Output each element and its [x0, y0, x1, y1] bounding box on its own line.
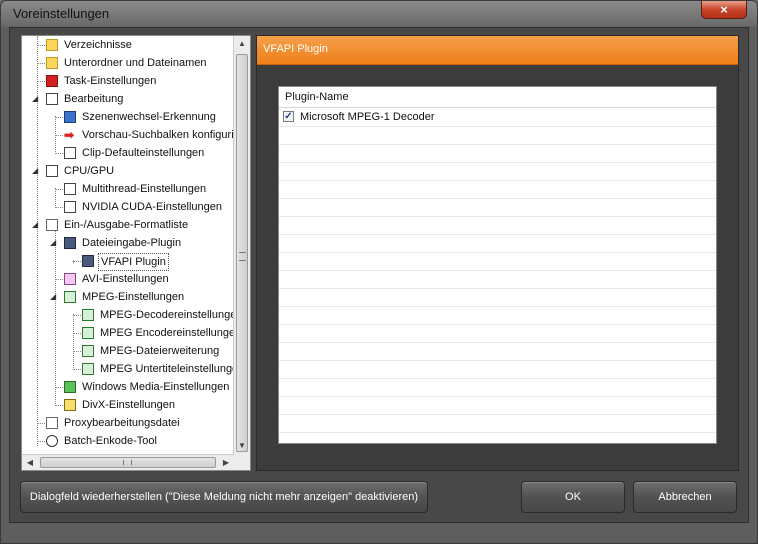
- tree-item-unterordner[interactable]: Unterordner und Dateinamen: [22, 54, 250, 72]
- tree-item-windows-media[interactable]: Windows Media-Einstellungen: [22, 378, 250, 396]
- tree-item-formatliste[interactable]: ◢ Ein-/Ausgabe-Formatliste: [22, 216, 250, 234]
- edit-icon: [64, 147, 76, 159]
- tree-item-mpeg-encoder[interactable]: MPEG Encodereinstellungen: [22, 324, 250, 342]
- film-icon: [64, 111, 76, 123]
- close-button[interactable]: ×: [701, 1, 747, 19]
- settings-tree: Verzeichnisse Unterordner und Dateinamen…: [21, 35, 251, 471]
- mpeg-doc-icon: [82, 327, 94, 339]
- scroll-right-icon[interactable]: ▶: [218, 455, 234, 471]
- monitor-icon: [82, 255, 94, 267]
- doc-icon: [46, 219, 58, 231]
- settings-content-panel: VFAPI Plugin Plugin-Name ✓ Microsoft MPE…: [256, 35, 739, 471]
- tree-item-mpeg[interactable]: ◢ MPEG-Einstellungen: [22, 288, 250, 306]
- plugin-name: Microsoft MPEG-1 Decoder: [300, 111, 435, 123]
- column-header-plugin-name[interactable]: Plugin-Name: [279, 87, 716, 108]
- tree-item-avi[interactable]: AVI-Einstellungen: [22, 270, 250, 288]
- edit-icon: [64, 201, 76, 213]
- folder-doc-icon: [46, 57, 58, 69]
- tree-item-mpeg-untertitel[interactable]: MPEG Untertiteleinstellungen: [22, 360, 250, 378]
- tree-item-proxy[interactable]: Proxybearbeitungsdatei: [22, 414, 250, 432]
- tree-item-verzeichnisse[interactable]: Verzeichnisse: [22, 36, 250, 54]
- red-arrow-icon: ➡: [64, 128, 75, 142]
- tree-item-task-einstellungen[interactable]: Task-Einstellungen: [22, 72, 250, 90]
- tree-item-bearbeitung[interactable]: ◢ Bearbeitung: [22, 90, 250, 108]
- collapse-arrow-icon[interactable]: ◢: [50, 293, 57, 301]
- list-row-plugin[interactable]: ✓ Microsoft MPEG-1 Decoder: [279, 108, 716, 126]
- avi-icon: [64, 273, 76, 285]
- title-bar[interactable]: Voreinstellungen ×: [1, 1, 757, 27]
- tree-item-cpu-gpu[interactable]: ◢ CPU/GPU: [22, 162, 250, 180]
- proxy-icon: [46, 417, 58, 429]
- tree-item-clip-default[interactable]: Clip-Defaulteinstellungen: [22, 144, 250, 162]
- panel-header: VFAPI Plugin: [257, 36, 738, 65]
- grip-icon: [123, 460, 132, 465]
- edit-icon: [46, 165, 58, 177]
- mpeg-doc-icon: [82, 309, 94, 321]
- tree-vertical-scrollbar[interactable]: ▲ ▼: [233, 36, 250, 454]
- scrollbar-corner: [234, 454, 250, 470]
- plugin-enabled-checkbox[interactable]: ✓: [283, 111, 294, 122]
- collapse-arrow-icon[interactable]: ◢: [32, 95, 39, 103]
- scroll-thumb[interactable]: [40, 457, 216, 468]
- edit-icon: [64, 183, 76, 195]
- edit-icon: [46, 93, 58, 105]
- collapse-arrow-icon[interactable]: ◢: [32, 221, 39, 229]
- wmv-icon: [64, 381, 76, 393]
- window-title: Voreinstellungen: [13, 6, 110, 21]
- ok-button[interactable]: OK: [521, 481, 625, 513]
- tree-item-multithread[interactable]: Multithread-Einstellungen: [22, 180, 250, 198]
- tree-horizontal-scrollbar[interactable]: ◀ ▶: [22, 454, 234, 470]
- tree-item-vfapi-plugin[interactable]: VFAPI Plugin: [22, 252, 250, 271]
- monitor-icon: [64, 237, 76, 249]
- scroll-up-icon[interactable]: ▲: [234, 36, 250, 52]
- scroll-thumb[interactable]: [236, 54, 248, 452]
- close-icon: ×: [720, 2, 728, 17]
- divx-icon: [64, 399, 76, 411]
- collapse-arrow-icon[interactable]: ◢: [50, 239, 57, 247]
- folder-icon: [46, 39, 58, 51]
- mpeg-icon: [64, 291, 76, 303]
- tree-item-mpeg-decoder[interactable]: MPEG-Decodereinstellungen: [22, 306, 250, 324]
- scroll-down-icon[interactable]: ▼: [234, 438, 250, 454]
- collapse-arrow-icon[interactable]: ◢: [32, 167, 39, 175]
- mpeg-doc-icon: [82, 363, 94, 375]
- tree-item-dateieingabe-plugin[interactable]: ◢ Dateieingabe-Plugin: [22, 234, 250, 252]
- tree-item-szenenwechsel[interactable]: Szenenwechsel-Erkennung: [22, 108, 250, 126]
- grip-icon: [239, 252, 246, 261]
- clock-icon: [46, 435, 58, 447]
- cancel-button[interactable]: Abbrechen: [633, 481, 737, 513]
- plugin-list: Plugin-Name ✓ Microsoft MPEG-1 Decoder: [278, 86, 717, 444]
- mpeg-doc-icon: [82, 345, 94, 357]
- tree-item-mpeg-dateierweiterung[interactable]: MPEG-Dateierweiterung: [22, 342, 250, 360]
- task-icon: [46, 75, 58, 87]
- tree-item-nvidia-cuda[interactable]: NVIDIA CUDA-Einstellungen: [22, 198, 250, 216]
- panel-title: VFAPI Plugin: [263, 43, 328, 55]
- restore-dialogs-button[interactable]: Dialogfeld wiederherstellen ("Diese Meld…: [20, 481, 428, 513]
- scroll-left-icon[interactable]: ◀: [22, 455, 38, 471]
- tree-item-divx[interactable]: DivX-Einstellungen: [22, 396, 250, 414]
- tree-item-batch-enkode[interactable]: Batch-Enkode-Tool: [22, 432, 250, 450]
- tree-item-vorschau-suchbalken[interactable]: ➡ Vorschau-Suchbalken konfigurie: [22, 126, 250, 144]
